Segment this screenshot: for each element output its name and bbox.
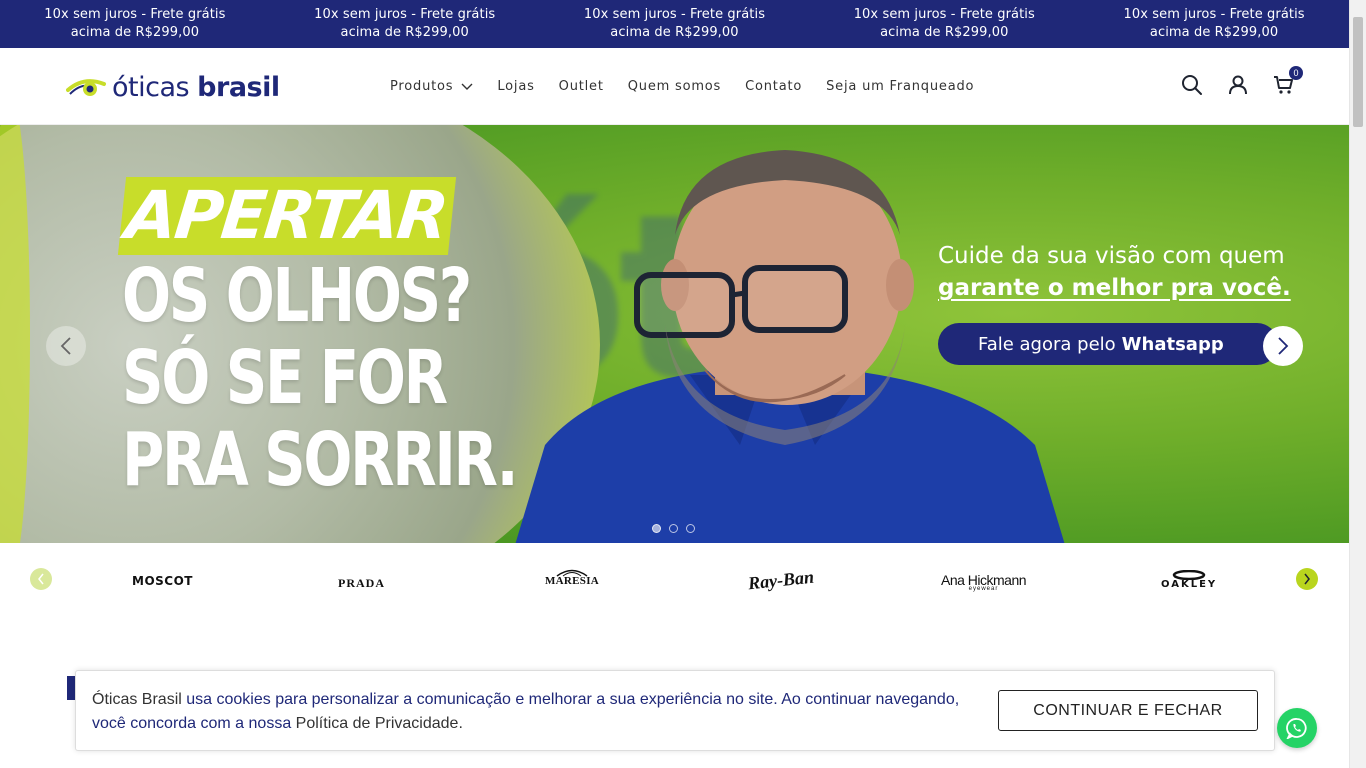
brands-prev-button[interactable] — [30, 568, 52, 590]
hero-tagline: Cuide da sua visão com quem garante o me… — [938, 240, 1291, 304]
logo-text: óticas brasil — [112, 72, 280, 103]
whatsapp-float-button[interactable] — [1277, 708, 1317, 748]
headline-line-2: OS OLHOS? — [122, 253, 472, 339]
whatsapp-icon — [1286, 718, 1307, 739]
brand-moscot[interactable]: MOSCOT — [132, 574, 193, 588]
promo-item: 10x sem juros - Frete grátis acima de R$2… — [44, 7, 226, 40]
headline-line-3: SÓ SE FOR — [122, 335, 448, 421]
cookie-banner: Óticas Brasil usa cookies para personali… — [75, 670, 1275, 751]
nav-quem-somos[interactable]: Quem somos — [628, 79, 721, 94]
hero-banner[interactable]: ót APERTAR OS OLHOS? SÓ SE FOR PRA SORRI… — [0, 125, 1349, 543]
nav-outlet[interactable]: Outlet — [559, 79, 604, 94]
brand-rayban[interactable]: Ray-Ban — [747, 567, 815, 595]
site-header: óticas brasil Produtos Lojas Outlet Quem… — [0, 48, 1349, 125]
promo-item: 10x sem juros - Frete grátis acima de R$2… — [853, 7, 1035, 40]
chevron-right-icon — [1278, 337, 1289, 355]
nav-franqueado[interactable]: Seja um Franqueado — [826, 79, 974, 94]
user-icon[interactable] — [1227, 74, 1249, 96]
promo-item: 10x sem juros - Frete grátis acima de R$2… — [583, 7, 766, 40]
headline-line-4: PRA SORRIR. — [122, 417, 519, 503]
carousel-dot[interactable] — [686, 524, 695, 533]
nav-label: Produtos — [390, 79, 454, 94]
tagline-line-2: garante o melhor pra você. — [938, 275, 1291, 301]
eye-logo-icon — [66, 78, 106, 96]
chevron-left-icon — [38, 573, 44, 585]
search-icon[interactable] — [1181, 74, 1203, 96]
brand-prada[interactable]: PRADA — [338, 576, 385, 591]
whatsapp-cta-button[interactable]: Fale agora pelo Whatsapp — [938, 323, 1278, 365]
headline-line-1: APERTAR — [117, 177, 457, 255]
privacy-policy-link[interactable]: Política de Privacidade — [296, 715, 459, 732]
brand-anahickmann[interactable]: Ana Hickmann eyewear — [941, 572, 1027, 592]
promo-bar: 10x sem juros - Frete grátis acima de R$2… — [0, 0, 1349, 48]
header-icons: 0 — [1181, 66, 1303, 96]
main-nav: Produtos Lojas Outlet Quem somos Contato… — [390, 48, 974, 125]
promo-item: 10x sem juros - Frete grátis acima de R$2… — [314, 7, 496, 40]
nav-lojas[interactable]: Lojas — [497, 79, 534, 94]
brand-carousel: MOSCOT PRADA MARESIA Ray-Ban Ana Hickman… — [0, 543, 1349, 617]
carousel-next-button[interactable] — [1263, 326, 1303, 366]
cookie-message: Óticas Brasil usa cookies para personali… — [92, 691, 960, 732]
nav-produtos[interactable]: Produtos — [390, 79, 473, 94]
promo-item: 10x sem juros - Frete grátis acima de R$2… — [1123, 7, 1305, 40]
cookie-accept-button[interactable]: CONTINUAR E FECHAR — [998, 690, 1258, 731]
carousel-dots — [652, 524, 695, 533]
chevron-left-icon — [60, 337, 71, 355]
carousel-prev-button[interactable] — [46, 326, 86, 366]
scrollbar-thumb[interactable] — [1353, 17, 1363, 127]
chevron-down-icon — [461, 83, 473, 90]
nav-contato[interactable]: Contato — [745, 79, 802, 94]
carousel-dot[interactable] — [652, 524, 661, 533]
brands-next-button[interactable] — [1296, 568, 1318, 590]
brand-oakley[interactable]: OAKLEY — [1161, 570, 1217, 590]
brand-maresia[interactable]: MARESIA — [545, 567, 599, 587]
hero-rim-shape — [0, 125, 30, 543]
page-scrollbar[interactable] — [1349, 0, 1366, 768]
carousel-dot[interactable] — [669, 524, 678, 533]
cart-icon[interactable]: 0 — [1273, 66, 1303, 96]
tagline-line-1: Cuide da sua visão com quem — [938, 243, 1285, 269]
page: 10x sem juros - Frete grátis acima de R$2… — [0, 0, 1349, 768]
cart-count-badge: 0 — [1289, 66, 1303, 80]
logo[interactable]: óticas brasil — [66, 72, 280, 103]
chevron-right-icon — [1304, 573, 1310, 585]
